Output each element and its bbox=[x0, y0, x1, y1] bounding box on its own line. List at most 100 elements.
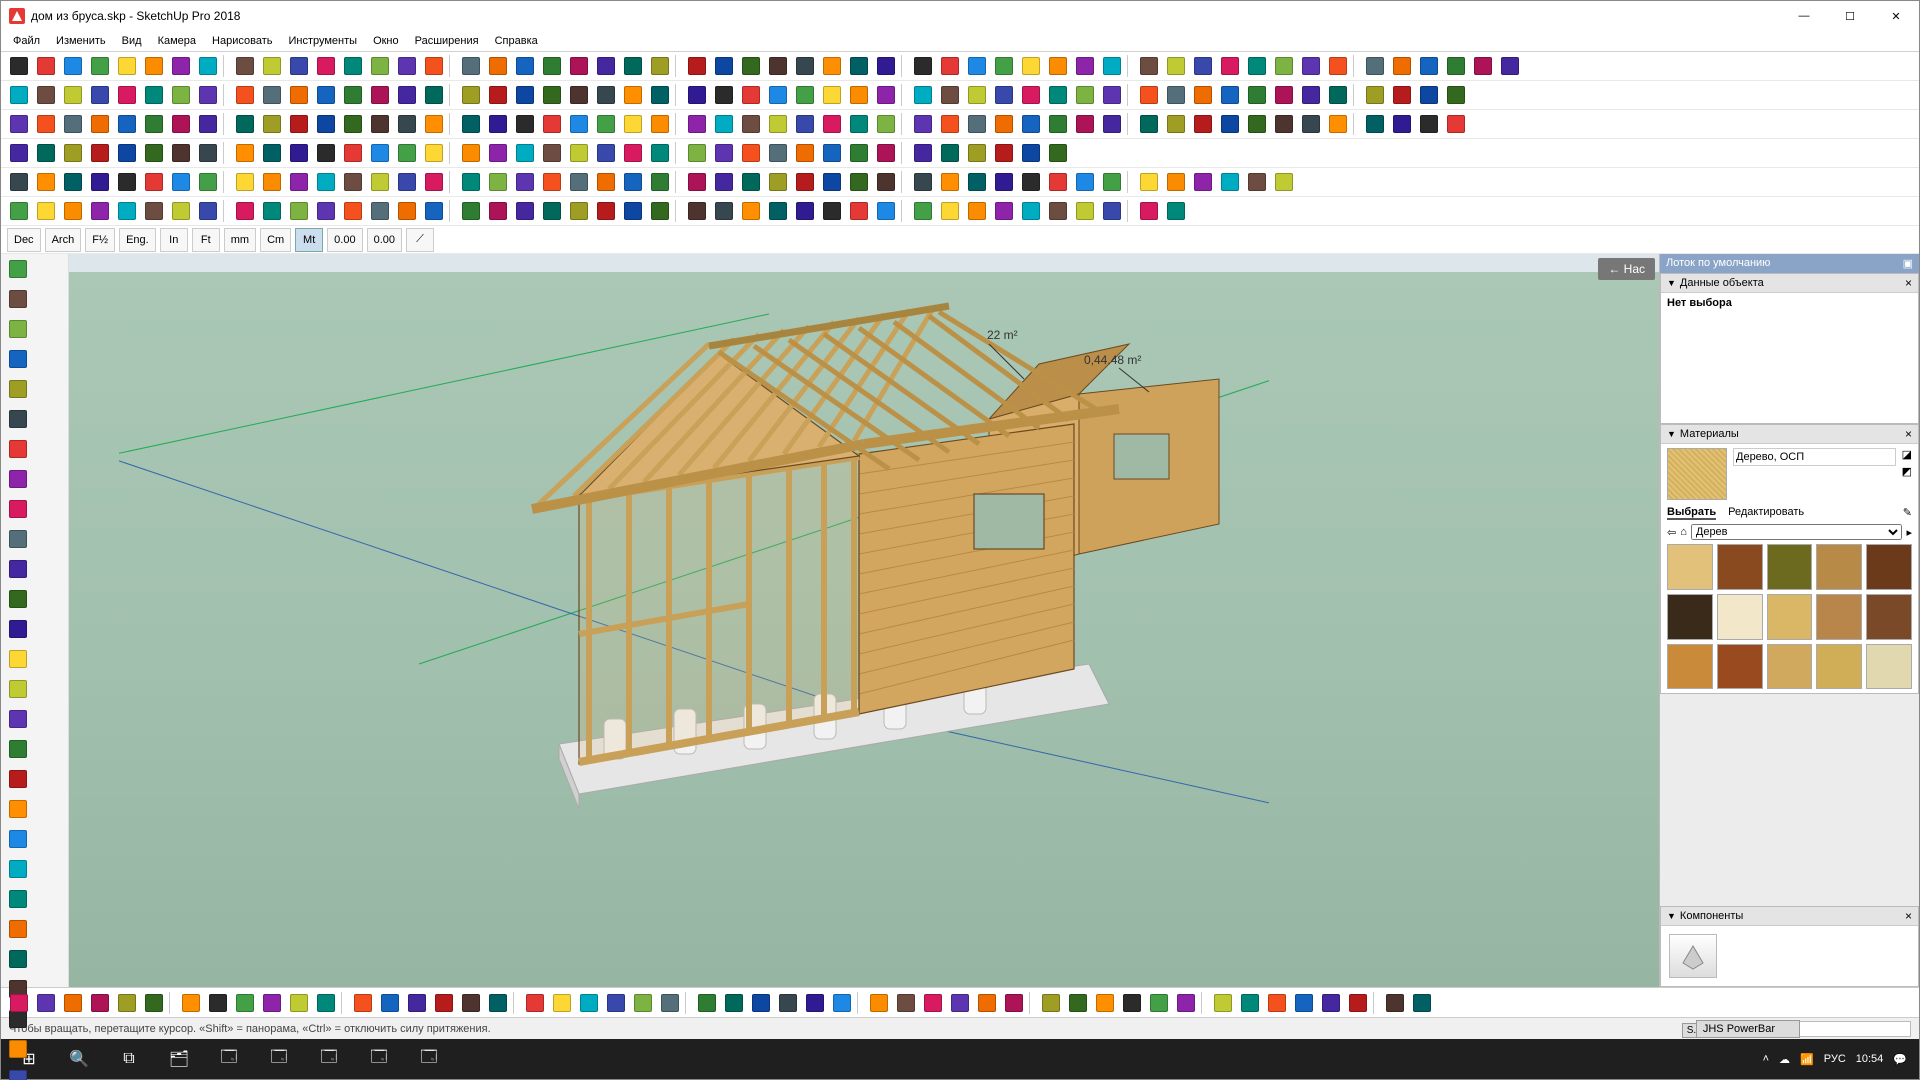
tool-button[interactable] bbox=[393, 198, 420, 225]
tool-button[interactable] bbox=[963, 82, 990, 109]
tool-button[interactable] bbox=[764, 111, 791, 138]
material-thumb[interactable] bbox=[1667, 644, 1713, 690]
tool-button[interactable] bbox=[231, 140, 258, 167]
tool-button[interactable] bbox=[231, 53, 258, 80]
side-tool-button[interactable] bbox=[1, 464, 35, 494]
tool-button[interactable] bbox=[1496, 53, 1523, 80]
back-icon[interactable]: ⇦ bbox=[1667, 526, 1676, 539]
material-thumb[interactable] bbox=[1717, 594, 1763, 640]
tool-button[interactable] bbox=[140, 82, 167, 109]
app-icon[interactable]: 🗔 bbox=[405, 1039, 453, 1079]
side-tool-button[interactable] bbox=[1, 404, 35, 434]
tool-button[interactable] bbox=[936, 198, 963, 225]
tool-button[interactable] bbox=[59, 53, 86, 80]
tool-button[interactable] bbox=[909, 198, 936, 225]
tool-button[interactable] bbox=[710, 111, 737, 138]
tool-button[interactable] bbox=[592, 198, 619, 225]
tool-button[interactable] bbox=[285, 111, 312, 138]
tool-button[interactable] bbox=[1270, 169, 1297, 196]
unit-precision-icon[interactable]: ⟋ bbox=[406, 228, 434, 252]
tool-button[interactable] bbox=[1162, 82, 1189, 109]
bottom-tool-button[interactable] bbox=[1091, 989, 1118, 1016]
tool-button[interactable] bbox=[538, 169, 565, 196]
tool-button[interactable] bbox=[872, 82, 899, 109]
tool-button[interactable] bbox=[963, 169, 990, 196]
unit-in[interactable]: In bbox=[160, 228, 188, 252]
tool-button[interactable] bbox=[1017, 111, 1044, 138]
default-material-icon[interactable]: ◩ bbox=[1902, 465, 1912, 478]
tool-button[interactable] bbox=[393, 111, 420, 138]
tool-button[interactable] bbox=[312, 111, 339, 138]
tool-button[interactable] bbox=[818, 111, 845, 138]
bottom-tool-button[interactable] bbox=[113, 989, 140, 1016]
material-thumb[interactable] bbox=[1767, 544, 1813, 590]
tool-button[interactable] bbox=[683, 140, 710, 167]
material-name-input[interactable] bbox=[1733, 448, 1896, 466]
tool-button[interactable] bbox=[990, 169, 1017, 196]
tool-button[interactable] bbox=[86, 53, 113, 80]
tool-button[interactable] bbox=[113, 82, 140, 109]
tool-button[interactable] bbox=[86, 169, 113, 196]
tool-button[interactable] bbox=[1162, 169, 1189, 196]
tool-button[interactable] bbox=[194, 140, 221, 167]
tool-button[interactable] bbox=[231, 111, 258, 138]
tool-button[interactable] bbox=[619, 140, 646, 167]
tool-button[interactable] bbox=[791, 169, 818, 196]
tool-button[interactable] bbox=[194, 82, 221, 109]
tool-button[interactable] bbox=[484, 169, 511, 196]
tool-button[interactable] bbox=[1415, 82, 1442, 109]
side-tool-button[interactable] bbox=[1, 644, 35, 674]
tool-button[interactable] bbox=[710, 140, 737, 167]
tool-button[interactable] bbox=[538, 111, 565, 138]
tool-button[interactable] bbox=[511, 82, 538, 109]
bottom-tool-button[interactable] bbox=[1344, 989, 1371, 1016]
tool-button[interactable] bbox=[511, 111, 538, 138]
tool-button[interactable] bbox=[1243, 53, 1270, 80]
bottom-tool-button[interactable] bbox=[946, 989, 973, 1016]
tool-button[interactable] bbox=[1361, 82, 1388, 109]
tool-button[interactable] bbox=[963, 140, 990, 167]
tool-button[interactable] bbox=[32, 198, 59, 225]
menu-окно[interactable]: Окно bbox=[365, 33, 407, 49]
tool-button[interactable] bbox=[1324, 53, 1351, 80]
material-thumb[interactable] bbox=[1866, 594, 1912, 640]
side-tool-button[interactable] bbox=[1, 854, 35, 884]
tool-button[interactable] bbox=[1135, 82, 1162, 109]
tool-button[interactable] bbox=[1189, 169, 1216, 196]
tool-button[interactable] bbox=[1098, 169, 1125, 196]
create-material-icon[interactable]: ◪ bbox=[1902, 448, 1912, 461]
bottom-tool-button[interactable] bbox=[312, 989, 339, 1016]
bottom-tool-button[interactable] bbox=[1317, 989, 1344, 1016]
tool-button[interactable] bbox=[113, 111, 140, 138]
unit-ft[interactable]: Ft bbox=[192, 228, 220, 252]
tool-button[interactable] bbox=[59, 169, 86, 196]
tool-button[interactable] bbox=[737, 140, 764, 167]
side-tool-button[interactable] bbox=[1, 914, 35, 944]
side-tool-button[interactable] bbox=[1, 284, 35, 314]
close-button[interactable]: ✕ bbox=[1873, 1, 1919, 31]
tool-button[interactable] bbox=[909, 140, 936, 167]
tool-button[interactable] bbox=[1135, 111, 1162, 138]
bottom-tool-button[interactable] bbox=[602, 989, 629, 1016]
tool-button[interactable] bbox=[872, 198, 899, 225]
tool-button[interactable] bbox=[990, 111, 1017, 138]
tool-button[interactable] bbox=[936, 111, 963, 138]
tool-button[interactable] bbox=[1189, 53, 1216, 80]
tool-button[interactable] bbox=[511, 53, 538, 80]
tool-button[interactable] bbox=[1162, 198, 1189, 225]
tool-button[interactable] bbox=[86, 82, 113, 109]
tool-button[interactable] bbox=[764, 198, 791, 225]
tool-button[interactable] bbox=[1297, 111, 1324, 138]
tray-chevron-icon[interactable]: ˄ bbox=[1763, 1053, 1769, 1065]
tool-button[interactable] bbox=[683, 198, 710, 225]
tool-button[interactable] bbox=[1324, 111, 1351, 138]
tool-button[interactable] bbox=[5, 82, 32, 109]
tool-button[interactable] bbox=[231, 82, 258, 109]
bottom-tool-button[interactable] bbox=[865, 989, 892, 1016]
tool-button[interactable] bbox=[484, 53, 511, 80]
entity-info-head[interactable]: ▼ Данные объекта × bbox=[1661, 274, 1918, 293]
side-tool-button[interactable] bbox=[1, 524, 35, 554]
tool-button[interactable] bbox=[484, 111, 511, 138]
tool-button[interactable] bbox=[872, 111, 899, 138]
tool-button[interactable] bbox=[86, 140, 113, 167]
